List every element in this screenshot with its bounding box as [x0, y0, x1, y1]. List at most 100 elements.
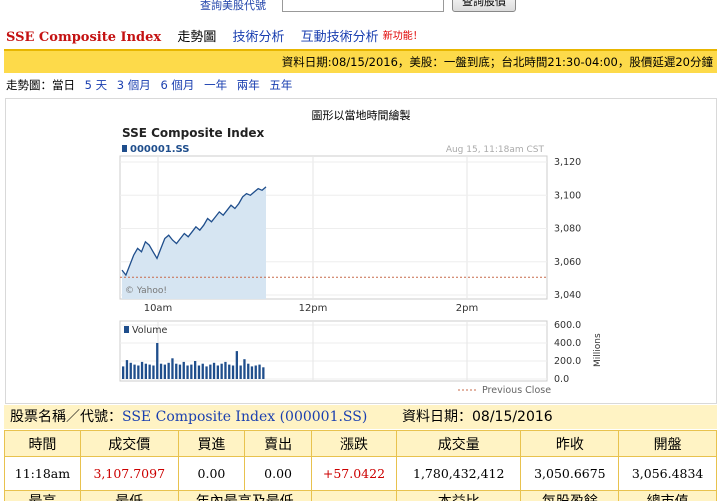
us-stock-lookup-bar: 查詢美股代號 查詢股價	[0, 0, 720, 16]
quote-table: 時間 成交價 買進 賣出 漲跌 成交量 昨收 開盤 11:18am 3,107.…	[4, 430, 717, 501]
header-open: 開盤	[618, 430, 717, 457]
header-time: 時間	[4, 430, 81, 457]
volume-bar	[156, 343, 159, 379]
y-tick-label: 3,100	[554, 190, 581, 201]
volume-bar	[122, 366, 125, 379]
value-time: 11:18am	[4, 456, 81, 491]
value-open: 3,056.4834	[618, 456, 717, 491]
value-prev-close: 3,050.6675	[520, 456, 620, 491]
volume-bar	[243, 359, 246, 379]
lookup-quote-button[interactable]: 查詢股價	[452, 0, 516, 12]
price-chart: SSE Composite Index 000001.SS Aug 15, 11…	[119, 126, 603, 396]
data-date-bar: 資料日期:08/15/2016，美股：一盤到底；台北時間21:30-04:00，…	[4, 49, 717, 73]
volume-bar	[258, 364, 261, 379]
range-5d[interactable]: 5 天	[85, 78, 107, 92]
header-52w-range: 年內最高及最低	[177, 490, 312, 501]
range-5y[interactable]: 五年	[269, 78, 292, 92]
volume-bar	[228, 364, 231, 379]
value-volume: 1,780,432,412	[395, 456, 522, 491]
index-title: SSE Composite Index	[6, 30, 162, 45]
ticker-legend-swatch	[122, 145, 127, 152]
volume-bar	[171, 358, 174, 379]
volume-bar	[224, 361, 227, 379]
ticker-search-input[interactable]	[282, 0, 444, 12]
x-label-12pm: 12pm	[299, 303, 328, 314]
volume-bar	[235, 351, 238, 379]
header-blank	[310, 490, 397, 501]
header-bid: 買進	[177, 430, 246, 457]
y-tick-label: 3,120	[554, 157, 581, 168]
volume-bar	[152, 365, 155, 379]
volume-label: Volume	[132, 325, 167, 336]
volume-bar	[194, 361, 197, 379]
volume-tick-label: 600.0	[554, 320, 581, 331]
volume-bar	[231, 365, 235, 379]
volume-bar	[212, 362, 216, 379]
header-pe: 本益比	[395, 490, 522, 501]
volume-tick-label: 200.0	[554, 356, 581, 367]
tab-technical-analysis[interactable]: 技術分析	[232, 26, 284, 45]
volume-bar	[220, 363, 223, 379]
ticker-legend-label: 000001.SS	[130, 144, 190, 155]
volume-bar	[239, 365, 242, 379]
header-high: 最高	[4, 490, 81, 501]
volume-bar	[125, 360, 129, 379]
volume-bar	[182, 361, 185, 379]
volume-bar	[186, 365, 189, 379]
chart-timestamp: Aug 15, 11:18am CST	[446, 145, 545, 155]
header-low: 最低	[79, 490, 179, 501]
x-label-10am: 10am	[144, 303, 173, 314]
volume-bar	[140, 361, 144, 379]
volume-bar	[175, 363, 178, 379]
volume-bar	[159, 363, 163, 379]
value-bid: 0.00	[177, 456, 246, 491]
volume-bar	[144, 363, 147, 379]
x-label-2pm: 2pm	[456, 303, 478, 314]
quote-nav: SSE Composite Index 走勢圖 技術分析 互動技術分析 新功能！	[6, 26, 435, 46]
volume-bar	[133, 364, 136, 379]
value-price: 3,107.7097	[79, 456, 179, 491]
stock-name-row: 股票名稱／代號：SSE Composite Index (000001.SS) …	[4, 405, 717, 429]
table-row: 11:18am 3,107.7097 0.00 0.00 +57.0422 1,…	[4, 456, 717, 491]
volume-axis-labels: 600.0 400.0 200.0 0.0	[554, 320, 581, 385]
range-2y[interactable]: 兩年	[237, 78, 260, 92]
source-credit: © Yahoo!	[125, 286, 167, 296]
volume-bar	[250, 366, 254, 379]
tab-interactive-analysis[interactable]: 互動技術分析	[301, 26, 379, 45]
stock-name-value[interactable]: SSE Composite Index (000001.SS)	[122, 409, 367, 425]
volume-bar	[167, 362, 170, 379]
range-3m[interactable]: 3 個月	[117, 78, 151, 92]
chart-range-selector: 走勢圖：當日 5 天 3 個月 6 個月 一年 兩年 五年	[6, 77, 292, 93]
volume-bar	[216, 365, 219, 379]
volume-legend-swatch	[124, 326, 129, 333]
chart-frame: 圖形以當地時間繪製 SSE Composite Index 000001.SS …	[5, 98, 717, 404]
table-data-date: 資料日期：08/15/2016	[402, 409, 553, 425]
price-area	[122, 186, 266, 299]
table-header-row: 時間 成交價 買進 賣出 漲跌 成交量 昨收 開盤	[4, 430, 717, 457]
prev-close-legend-label: Previous Close	[482, 385, 551, 396]
y-tick-label: 3,040	[554, 290, 581, 301]
y-tick-label: 3,060	[554, 257, 581, 268]
us-ticker-lookup-link[interactable]: 查詢美股代號	[200, 0, 266, 13]
volume-bar	[254, 365, 257, 379]
volume-bar	[129, 362, 132, 379]
tab-trend-chart[interactable]: 走勢圖	[177, 26, 216, 45]
volume-bar	[262, 367, 265, 379]
y-tick-label: 3,080	[554, 224, 581, 235]
volume-bar	[201, 363, 204, 379]
range-1y[interactable]: 一年	[204, 78, 227, 92]
new-feature-badge: 新功能！	[382, 31, 423, 42]
range-label-intraday: 走勢圖：當日	[6, 78, 75, 92]
volume-bar	[205, 366, 208, 379]
volume-bar	[197, 365, 201, 379]
value-ask: 0.00	[244, 456, 312, 491]
volume-tick-label: 0.0	[554, 374, 569, 385]
range-6m[interactable]: 6 個月	[160, 78, 194, 92]
table-header-row-2: 最高 最低 年內最高及最低 本益比 每股盈餘 總市值	[4, 490, 717, 501]
volume-unit-label: Millions	[593, 333, 603, 367]
header-price: 成交價	[79, 430, 179, 457]
stock-name-label: 股票名稱／代號：	[10, 409, 122, 425]
header-ask: 賣出	[244, 430, 312, 457]
chart-title: SSE Composite Index	[122, 126, 265, 140]
volume-bar	[178, 364, 182, 379]
